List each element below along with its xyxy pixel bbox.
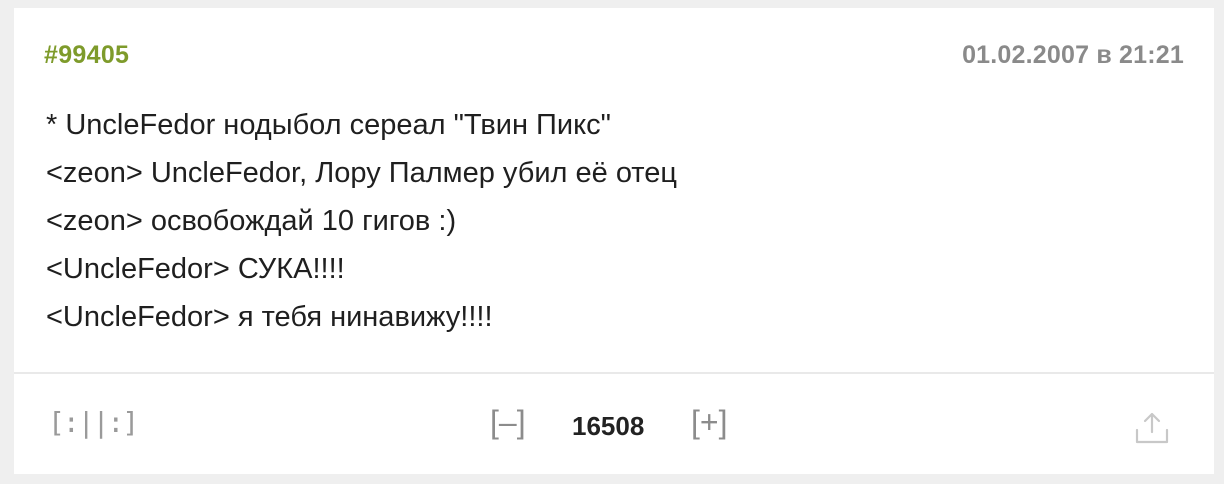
quote-header: #99405 01.02.2007 в 21:21 [14, 8, 1214, 100]
quote-id-link[interactable]: #99405 [44, 41, 129, 70]
share-button[interactable] [1132, 410, 1172, 446]
quote-line: <UncleFedor> я тебя нинавижу!!!! [46, 301, 493, 333]
quote-date: 01.02.2007 в 21:21 [962, 41, 1184, 69]
quote-text: * UncleFedor нодыбол сереал "Твин Пикс" … [46, 101, 1186, 341]
quote-line: * UncleFedor нодыбол сереал "Твин Пикс" [46, 109, 611, 141]
share-icon [1135, 412, 1169, 444]
quote-line: <UncleFedor> СУКА!!!! [46, 253, 345, 285]
comics-button[interactable]: [:||:] [48, 406, 139, 439]
quote-line: <zeon> UncleFedor, Лору Палмер убил её о… [46, 157, 678, 189]
vote-up-button[interactable]: [+] [691, 404, 727, 441]
vote-down-button[interactable]: [–] [490, 404, 526, 441]
quote-card: #99405 01.02.2007 в 21:21 * UncleFedor н… [14, 8, 1214, 474]
quote-footer: [:||:] [–] 16508 [+] [14, 374, 1214, 474]
rating-value: 16508 [572, 411, 645, 441]
quote-line: <zeon> освобождай 10 гигов :) [46, 205, 457, 237]
